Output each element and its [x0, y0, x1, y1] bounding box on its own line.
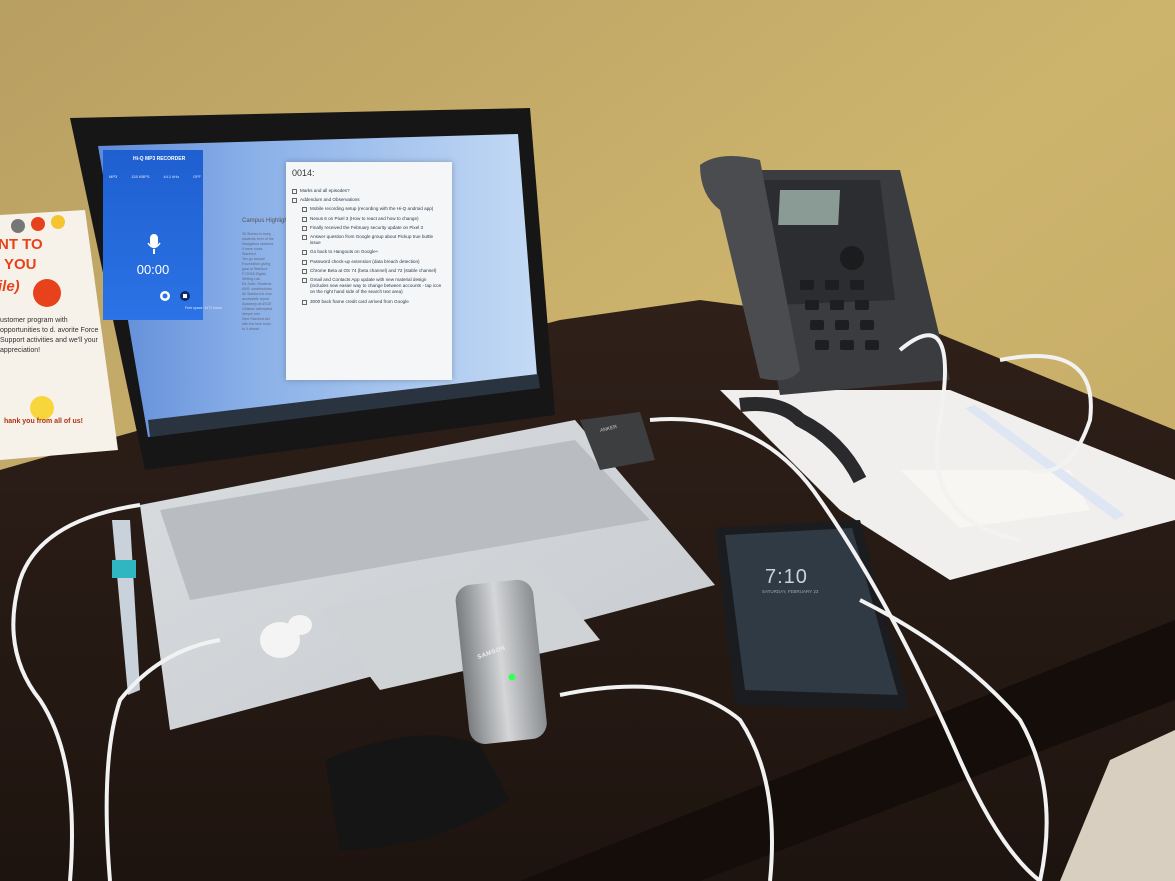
note-window: 0014: Marks and all episodes? Addendum a…: [286, 162, 452, 380]
checklist-item[interactable]: Go back to Hangouts on Google+: [292, 249, 444, 256]
keep-item: to 4 ahead: [242, 327, 259, 331]
recorder-timer: 00:00: [136, 262, 170, 277]
checklist-item[interactable]: Answer question from Google group about …: [292, 234, 444, 246]
stop-button[interactable]: [179, 290, 191, 302]
photo-scene: [0, 0, 1175, 881]
recorder-bitrate: 128 KBPS: [131, 174, 150, 179]
keep-panel-items: 25 Stories to keep students form of the …: [242, 232, 286, 332]
recorder-stats: MP3 128 KBPS 44.1 kHz OFF: [109, 174, 201, 179]
phone-date: SATURDAY, FEBRUARY 23: [762, 589, 819, 594]
recorder-gain: OFF: [192, 174, 201, 179]
checklist-item[interactable]: Chrome Beta at OS 74 (beta channel) and …: [292, 268, 444, 275]
checklist-item[interactable]: Mobile recording setup (recording with t…: [292, 206, 444, 213]
checklist-item[interactable]: Marks and all episodes?: [292, 188, 444, 195]
microphone-icon: [147, 234, 161, 254]
checklist-item[interactable]: Gmail and Contacts App update with new m…: [292, 277, 444, 296]
recorder-samplerate: 44.1 kHz: [163, 174, 180, 179]
phone-clock: 7:10: [765, 566, 808, 588]
sign-headline-3: ile): [0, 278, 20, 295]
checklist-item[interactable]: Addendum and Observations: [292, 197, 444, 204]
sign-headline-1: NT TO: [0, 236, 43, 253]
checklist-item[interactable]: Finally received the February security u…: [292, 225, 444, 232]
sign-headline-2: YOU: [4, 256, 37, 273]
sign-footer: hank you from all of us!: [4, 418, 83, 425]
recorder-title: Hi-Q MP3 RECORDER: [133, 156, 186, 162]
keep-panel-title: Campus Highlights: [242, 218, 293, 224]
recorder-free-space: Free space: 1471 hours: [185, 306, 222, 310]
checklist-item[interactable]: Password check-up extension (data breach…: [292, 259, 444, 265]
checklist-item[interactable]: Nexus 6 on Pixel 3 (How to react and how…: [292, 216, 444, 222]
note-checklist: Marks and all episodes? Addendum and Obs…: [292, 188, 444, 308]
record-button[interactable]: [159, 290, 171, 302]
checklist-item[interactable]: 3000 back frame credit card arrived from…: [292, 299, 444, 305]
sign-body-text: ustomer program with opportunities to d.…: [0, 317, 99, 354]
recorder-app: Hi-Q MP3 RECORDER MP3 128 KBPS 44.1 kHz …: [103, 150, 222, 320]
keep-notes-panel: Campus Highlights 25 Stories to keep stu…: [236, 210, 292, 380]
recorder-format: MP3: [109, 174, 118, 179]
note-title: 0014:: [292, 168, 315, 178]
